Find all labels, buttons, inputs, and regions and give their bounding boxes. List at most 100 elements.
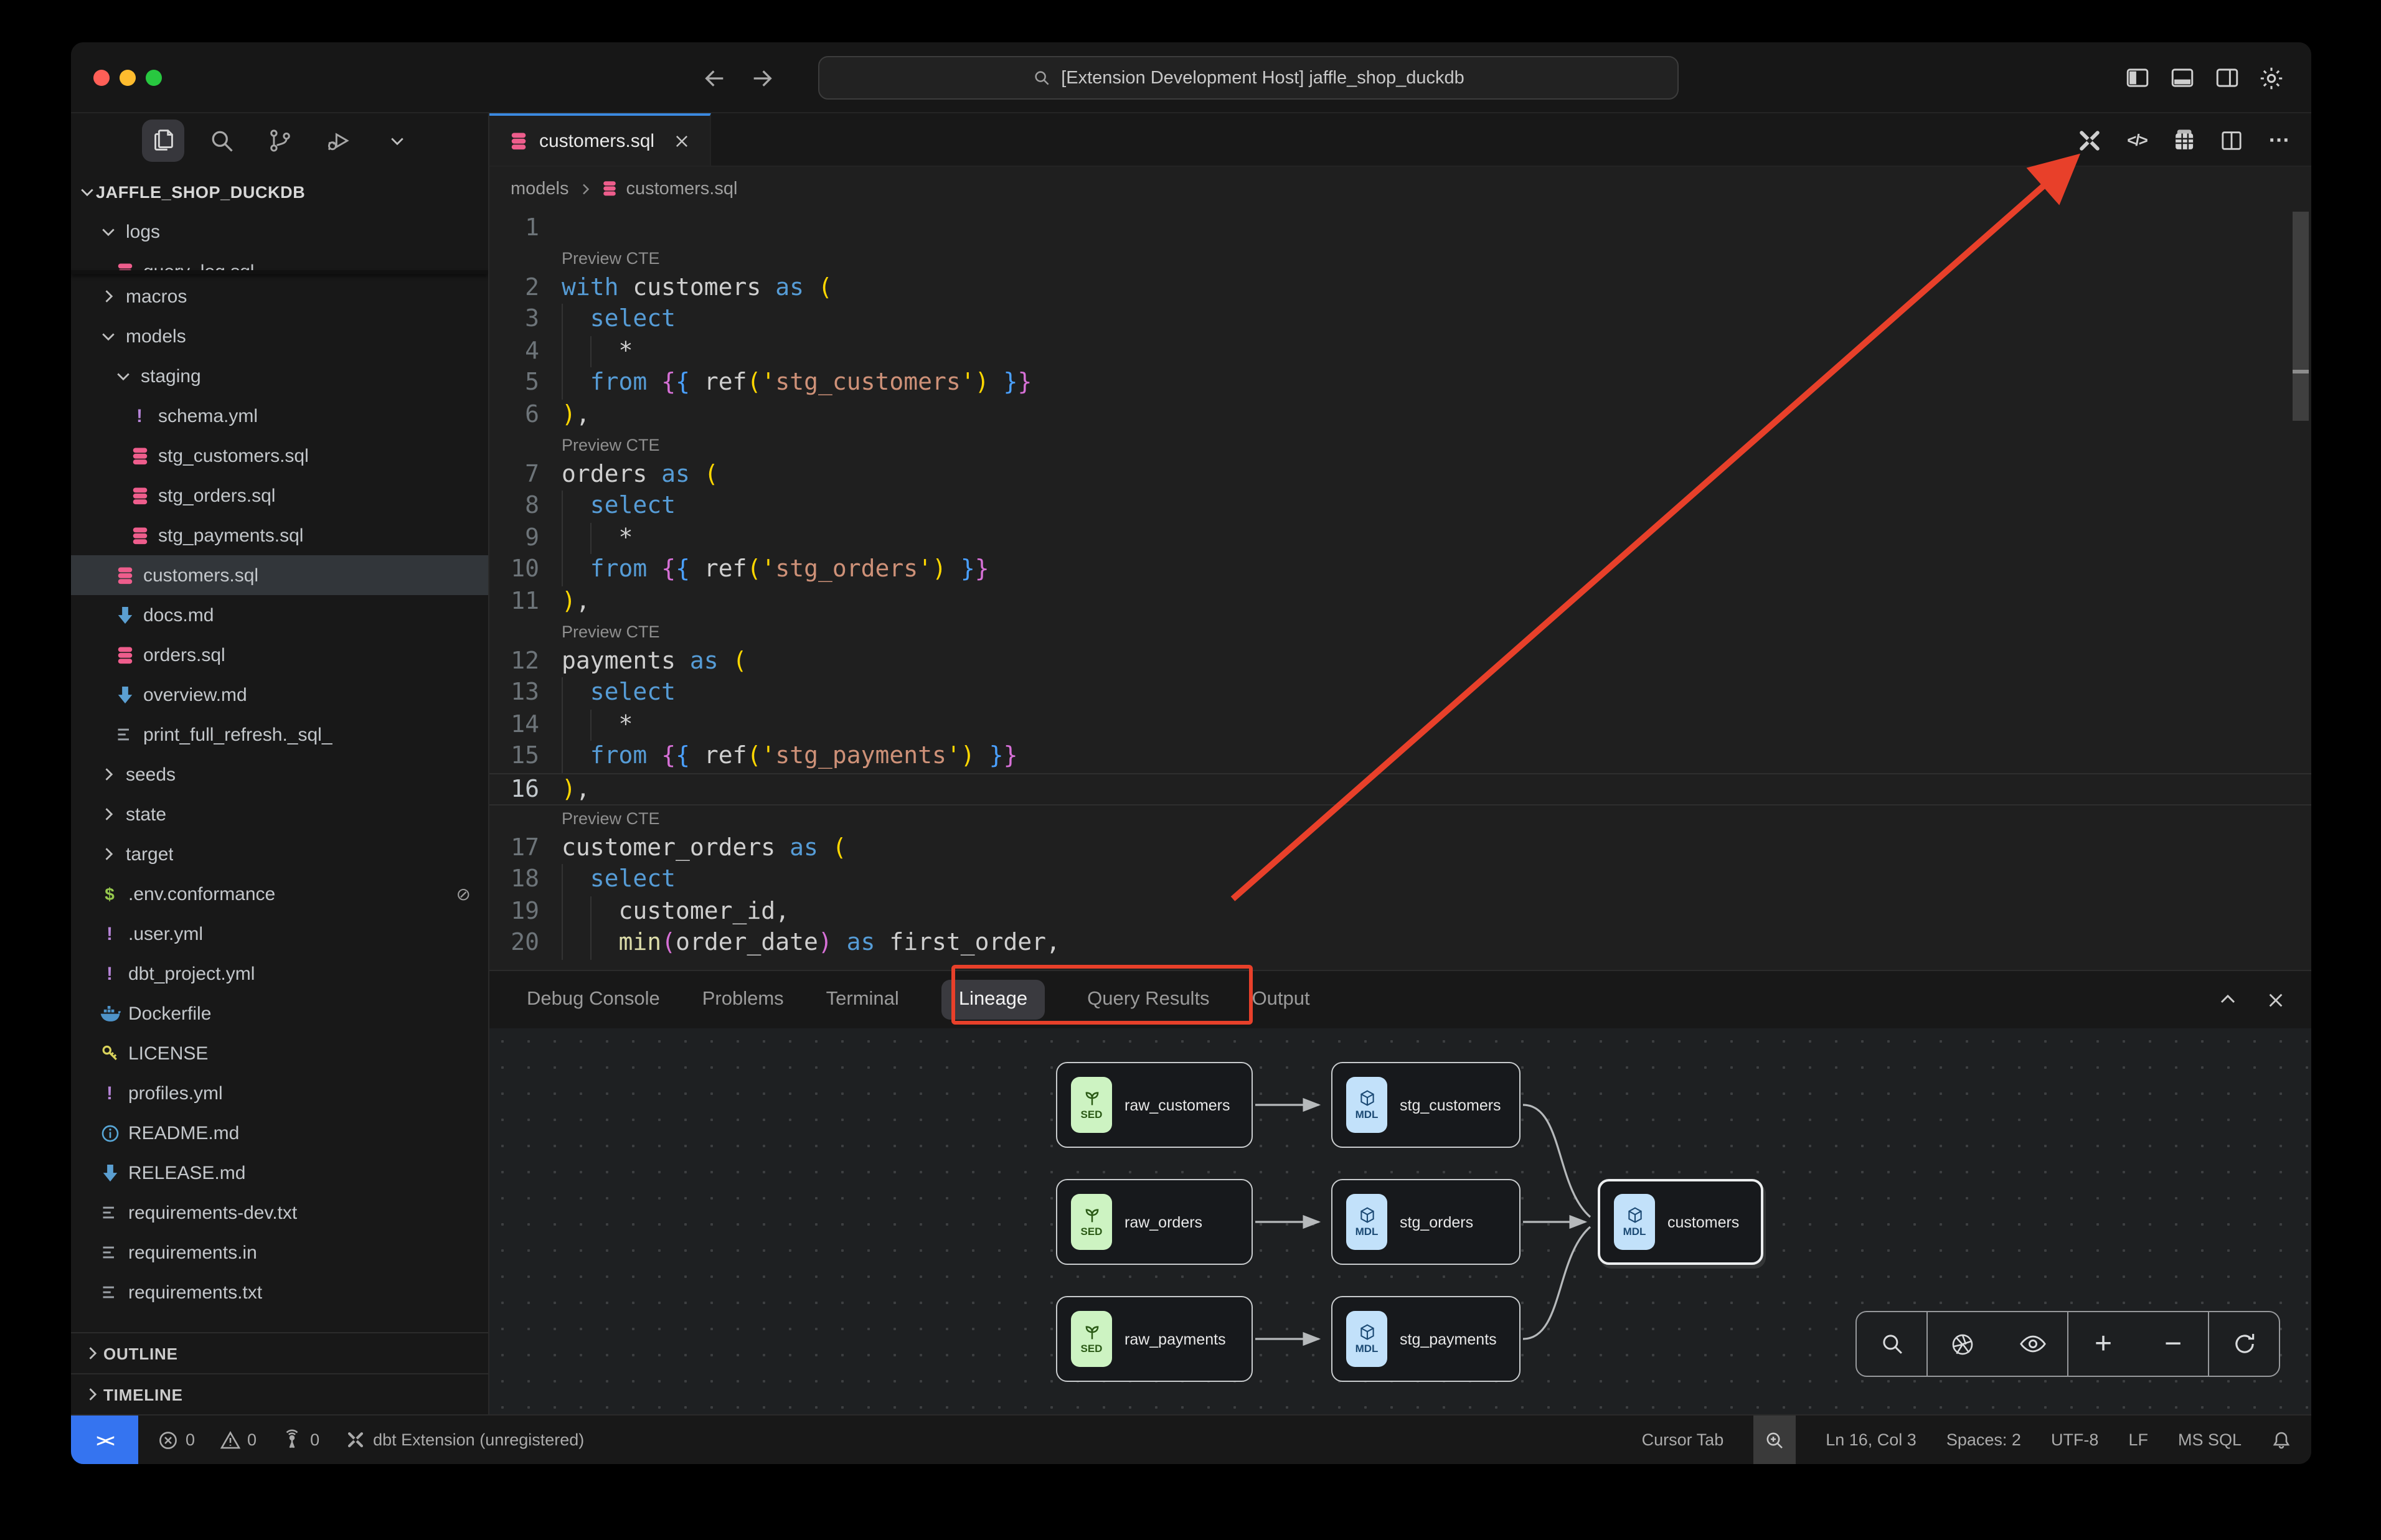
breadcrumb-file[interactable]: customers.sql [626,179,738,199]
activity-item-search[interactable] [200,119,243,161]
panel-tab-lineage[interactable]: Lineage [941,980,1045,1020]
tree-item-seeds[interactable]: seeds [71,754,488,794]
refresh-button[interactable] [2209,1312,2279,1376]
panel-tab-debug-console[interactable]: Debug Console [527,988,660,1011]
minimize-button[interactable] [120,70,136,86]
lineage-node-customers[interactable]: MDLcustomers [1598,1179,1763,1265]
tab-customers-sql[interactable]: customers.sql [489,113,710,166]
status-item-bell[interactable] [2271,1416,2291,1464]
breadcrumb-folder[interactable]: models [511,179,569,199]
open-code-button[interactable]: </> [2122,125,2152,155]
tree-item-customers-sql[interactable]: customers.sql [71,555,488,595]
line-number: 17 [489,832,539,864]
tree-item-requirements-in[interactable]: requirements.in [71,1232,488,1272]
tree-item-readme-md[interactable]: README.md [71,1113,488,1153]
panel-tab-output[interactable]: Output [1252,988,1310,1011]
history-back-button[interactable] [700,63,730,93]
lineage-node-raw_orders[interactable]: SEDraw_orders [1056,1179,1253,1265]
zoom-button[interactable] [146,70,162,86]
zoom-out-button[interactable]: − [2138,1312,2208,1376]
history-forward-button[interactable] [747,63,777,93]
lineage-canvas[interactable]: +− SEDraw_customers SEDraw_orders SEDraw_p… [489,1028,2311,1414]
status-item-zoom-plus[interactable] [1753,1416,1796,1464]
codelens-preview-cte[interactable]: Preview CTE [489,805,2311,832]
aperture-button[interactable] [1928,1312,1997,1376]
tree-item-state[interactable]: state [71,794,488,834]
tree-item-release-md[interactable]: RELEASE.md [71,1153,488,1193]
zoom-in-button[interactable]: + [2068,1312,2138,1376]
tree-item-models[interactable]: models [71,316,488,356]
close-button[interactable] [93,70,110,86]
eye-button[interactable] [1997,1312,2067,1376]
dbt-power-user-button[interactable] [2075,125,2105,155]
codelens-preview-cte[interactable]: Preview CTE [489,245,2311,272]
tree-item-requirements-dev-txt[interactable]: requirements-dev.txt [71,1193,488,1232]
tree-item-label: requirements-dev.txt [128,1202,297,1223]
tree-item-profiles-yml[interactable]: !profiles.yml [71,1073,488,1113]
panel-tab-query-results[interactable]: Query Results [1087,988,1209,1011]
line-number: 2 [489,272,539,304]
indent-guide [590,336,592,368]
codelens-preview-cte[interactable]: Preview CTE [489,618,2311,646]
status-item[interactable]: LF [2128,1416,2148,1464]
tree-item-stg-orders-sql[interactable]: stg_orders.sql [71,476,488,515]
lineage-node-raw_payments[interactable]: SEDraw_payments [1056,1296,1253,1382]
lineage-node-raw_customers[interactable]: SEDraw_customers [1056,1062,1253,1148]
code-editor[interactable]: 1Preview CTE2with customers as (3 select… [489,210,2311,970]
sidebar-section-timeline[interactable]: TIMELINE [71,1373,488,1414]
tree-item-orders-sql[interactable]: orders.sql [71,635,488,675]
editor-scrollbar[interactable] [2293,212,2309,421]
sidebar-section-outline[interactable]: OUTLINE [71,1332,488,1373]
lineage-node-stg_customers[interactable]: MDLstg_customers [1331,1062,1521,1148]
toggle-panel-button[interactable] [2167,63,2197,93]
lineage-node-stg_orders[interactable]: MDLstg_orders [1331,1179,1521,1265]
codelens-preview-cte[interactable]: Preview CTE [489,431,2311,459]
tree-item--env-conformance[interactable]: $.env.conformance⊘ [71,874,488,914]
more-actions-button[interactable]: ⋯ [2264,125,2294,155]
tree-item-license[interactable]: LICENSE [71,1033,488,1073]
status-item[interactable]: Cursor Tab [1642,1416,1724,1464]
status-item-warning[interactable]: 0 [220,1430,257,1450]
remote-indicator[interactable]: >< [71,1416,138,1464]
status-item[interactable]: UTF-8 [2051,1416,2099,1464]
collapse-panel-button[interactable] [2214,986,2242,1013]
close-panel-button[interactable] [2261,986,2289,1013]
tree-item--user-yml[interactable]: !.user.yml [71,914,488,954]
status-item[interactable]: MS SQL [2178,1416,2242,1464]
tree-item-stg-customers-sql[interactable]: stg_customers.sql [71,436,488,476]
activity-item-more-views[interactable] [376,119,418,161]
settings-button[interactable] [2256,63,2286,93]
tree-item-schema-yml[interactable]: !schema.yml [71,396,488,436]
tree-item-macros[interactable]: macros [71,276,488,316]
status-item-broadcast[interactable]: 0 [281,1429,319,1450]
command-center-search[interactable]: [Extension Development Host] jaffle_shop… [818,56,1679,100]
split-editor-button[interactable] [2217,125,2247,155]
workspace-header[interactable]: JAFFLE_SHOP_DUCKDB [71,172,488,212]
status-item-dbt[interactable]: dbt Extension (unregistered) [344,1429,584,1450]
tree-item-print-full-refresh-sql-[interactable]: print_full_refresh._sql_ [71,715,488,754]
tree-item-staging[interactable]: staging [71,356,488,396]
tree-item-dbt-project-yml[interactable]: !dbt_project.yml [71,954,488,993]
status-item-error[interactable]: 0 [158,1430,195,1450]
status-item[interactable]: Spaces: 2 [1946,1416,2021,1464]
lineage-node-stg_payments[interactable]: MDLstg_payments [1331,1296,1521,1382]
tree-item-dockerfile[interactable]: Dockerfile [71,993,488,1033]
status-item[interactable]: Ln 16, Col 3 [1826,1416,1917,1464]
panel-tab-terminal[interactable]: Terminal [826,988,899,1011]
activity-item-run-debug[interactable] [318,119,360,161]
tree-item-query-log-sql[interactable]: query_log.sql [71,251,488,270]
activity-item-source-control[interactable] [259,119,301,161]
tree-item-overview-md[interactable]: overview.md [71,675,488,715]
close-icon[interactable] [673,133,689,149]
toggle-primary-sidebar-button[interactable] [2122,63,2152,93]
tree-item-target[interactable]: target [71,834,488,874]
query-preview-button[interactable] [2169,125,2199,155]
toggle-secondary-sidebar-button[interactable] [2212,63,2242,93]
tree-item-stg-payments-sql[interactable]: stg_payments.sql [71,515,488,555]
tree-item-docs-md[interactable]: docs.md [71,595,488,635]
activity-item-explorer[interactable] [142,119,184,161]
panel-tab-problems[interactable]: Problems [702,988,784,1011]
tree-item-requirements-txt[interactable]: requirements.txt [71,1272,488,1312]
search-button[interactable] [1857,1312,1926,1376]
tree-item-logs[interactable]: logs [71,212,488,251]
